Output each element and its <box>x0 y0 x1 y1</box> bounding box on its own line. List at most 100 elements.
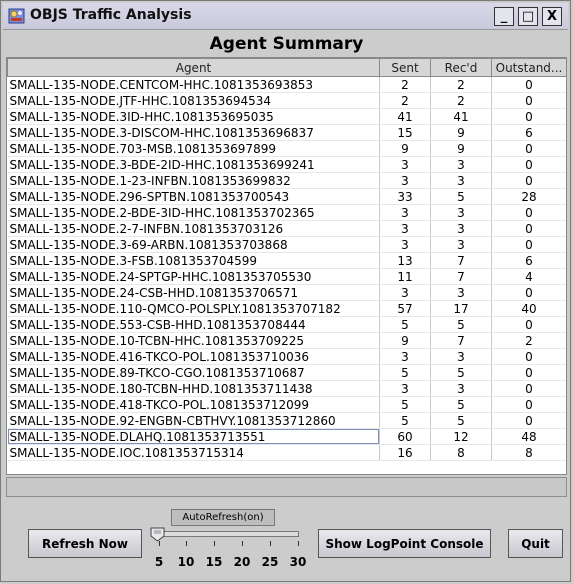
table-row[interactable]: SMALL-135-NODE.296-SPTBN.1081353700543 33… <box>7 188 566 205</box>
slider-tick-label: 10 <box>177 555 195 569</box>
cell-recd: 3 <box>430 348 492 365</box>
cell-recd: 3 <box>430 236 492 253</box>
cell-sent: 41 <box>379 108 431 125</box>
table-row[interactable]: SMALL-135-NODE.180-TCBN-HHD.108135371143… <box>7 380 566 397</box>
table-row[interactable]: SMALL-135-NODE.418-TKCO-POL.108135371209… <box>7 396 566 413</box>
slider-thumb-icon[interactable] <box>150 527 165 542</box>
table-row[interactable]: SMALL-135-NODE.JTF-HHC.1081353694534 2 2 0 <box>7 92 566 109</box>
cell-sent: 3 <box>379 156 431 173</box>
cell-agent: SMALL-135-NODE.3-DISCOM-HHC.108135369683… <box>7 124 380 141</box>
quit-button[interactable]: Quit <box>508 529 563 558</box>
table-row[interactable]: SMALL-135-NODE.416-TKCO-POL.108135371003… <box>7 348 566 365</box>
cell-agent: SMALL-135-NODE.703-MSB.1081353697899 <box>7 140 380 157</box>
refresh-interval-slider[interactable] <box>159 531 299 537</box>
cell-recd: 7 <box>430 252 492 269</box>
cell-agent: SMALL-135-NODE.2-BDE-3ID-HHC.10813537023… <box>7 204 380 221</box>
table-row[interactable]: SMALL-135-NODE.IOC.1081353715314 16 8 8 <box>7 444 566 461</box>
table-row[interactable]: SMALL-135-NODE.3-DISCOM-HHC.108135369683… <box>7 124 566 141</box>
slider-tick-label: 25 <box>261 555 279 569</box>
cell-outstanding: 0 <box>491 220 566 237</box>
maximize-button[interactable]: □ <box>518 7 538 26</box>
cell-agent: SMALL-135-NODE.10-TCBN-HHC.1081353709225 <box>7 332 380 349</box>
column-header-agent[interactable]: Agent <box>7 58 380 77</box>
cell-outstanding: 0 <box>491 172 566 189</box>
slider-tick-label: 30 <box>289 555 307 569</box>
cell-outstanding: 0 <box>491 156 566 173</box>
table-row[interactable]: SMALL-135-NODE.110-QMCO-POLSPLY.10813537… <box>7 300 566 317</box>
table-row[interactable]: SMALL-135-NODE.2-BDE-3ID-HHC.10813537023… <box>7 204 566 221</box>
table-row[interactable]: SMALL-135-NODE.3-69-ARBN.1081353703868 3 3… <box>7 236 566 253</box>
slider-tick-label: 5 <box>154 555 164 569</box>
cell-outstanding: 4 <box>491 268 566 285</box>
cell-outstanding: 6 <box>491 124 566 141</box>
cell-sent: 16 <box>379 444 431 461</box>
cell-agent: SMALL-135-NODE.1-23-INFBN.1081353699832 <box>7 172 380 189</box>
cell-sent: 15 <box>379 124 431 141</box>
slider-tick <box>270 541 271 546</box>
cell-recd: 3 <box>430 220 492 237</box>
cell-agent: SMALL-135-NODE.110-QMCO-POLSPLY.10813537… <box>7 300 380 317</box>
cell-outstanding: 40 <box>491 300 566 317</box>
cell-sent: 3 <box>379 172 431 189</box>
minimize-button[interactable]: _ <box>494 7 514 26</box>
maximize-icon: □ <box>521 9 535 24</box>
cell-sent: 3 <box>379 204 431 221</box>
table-row[interactable]: SMALL-135-NODE.89-TKCO-CGO.1081353710687… <box>7 364 566 381</box>
cell-outstanding: 0 <box>491 236 566 253</box>
minimize-icon: _ <box>500 9 508 24</box>
cell-agent: SMALL-135-NODE.2-7-INFBN.1081353703126 <box>7 220 380 237</box>
cell-agent: SMALL-135-NODE.IOC.1081353715314 <box>7 444 380 461</box>
cell-outstanding: 8 <box>491 444 566 461</box>
table-row[interactable]: SMALL-135-NODE.24-SPTGP-HHC.108135370553… <box>7 268 566 285</box>
table-row[interactable]: SMALL-135-NODE.10-TCBN-HHC.1081353709225… <box>7 332 566 349</box>
column-header-outstanding[interactable]: Outstand... <box>491 58 566 77</box>
cell-outstanding: 6 <box>491 252 566 269</box>
cell-outstanding: 0 <box>491 396 566 413</box>
column-header-sent[interactable]: Sent <box>379 58 431 77</box>
close-icon: X <box>546 9 558 24</box>
cell-recd: 5 <box>430 188 492 205</box>
table-row[interactable]: SMALL-135-NODE.CENTCOM-HHC.1081353693853… <box>7 76 566 93</box>
cell-agent: SMALL-135-NODE.418-TKCO-POL.108135371209… <box>7 396 380 413</box>
cell-recd: 3 <box>430 172 492 189</box>
cell-recd: 7 <box>430 268 492 285</box>
cell-recd: 3 <box>430 284 492 301</box>
cell-outstanding: 0 <box>491 412 566 429</box>
table-row[interactable]: SMALL-135-NODE.2-7-INFBN.1081353703126 3 3… <box>7 220 566 237</box>
cell-agent: SMALL-135-NODE.416-TKCO-POL.108135371003… <box>7 348 380 365</box>
refresh-now-button[interactable]: Refresh Now <box>28 529 142 558</box>
close-button[interactable]: X <box>542 7 562 26</box>
cell-recd: 5 <box>430 396 492 413</box>
table-row[interactable]: SMALL-135-NODE.553-CSB-HHD.1081353708444… <box>7 316 566 333</box>
cell-recd: 5 <box>430 316 492 333</box>
table-row[interactable]: SMALL-135-NODE.DLAHQ.1081353713551 60 12 48 <box>7 428 566 445</box>
cell-agent: SMALL-135-NODE.296-SPTBN.1081353700543 <box>7 188 380 205</box>
table-row[interactable]: SMALL-135-NODE.24-CSB-HHD.1081353706571 3… <box>7 284 566 301</box>
window-title: OBJS Traffic Analysis <box>30 7 192 23</box>
autorefresh-toggle-button[interactable]: AutoRefresh(on) <box>171 509 275 526</box>
cell-sent: 3 <box>379 284 431 301</box>
table-row[interactable]: SMALL-135-NODE.92-ENGBN-CBTHVY.108135371… <box>7 412 566 429</box>
cell-outstanding: 28 <box>491 188 566 205</box>
cell-agent: SMALL-135-NODE.3-BDE-2ID-HHC.10813536992… <box>7 156 380 173</box>
cell-sent: 2 <box>379 92 431 109</box>
column-header-recd[interactable]: Rec'd <box>430 58 492 77</box>
table-row[interactable]: SMALL-135-NODE.703-MSB.1081353697899 9 9 0 <box>7 140 566 157</box>
cell-sent: 9 <box>379 332 431 349</box>
cell-sent: 3 <box>379 380 431 397</box>
cell-recd: 5 <box>430 364 492 381</box>
cell-agent: SMALL-135-NODE.553-CSB-HHD.1081353708444 <box>7 316 380 333</box>
title-bar[interactable]: OBJS Traffic Analysis _ □ X <box>3 3 568 30</box>
cell-agent: SMALL-135-NODE.JTF-HHC.1081353694534 <box>7 92 380 109</box>
table-row[interactable]: SMALL-135-NODE.3ID-HHC.1081353695035 41 41… <box>7 108 566 125</box>
show-logpoint-console-button[interactable]: Show LogPoint Console <box>318 529 491 558</box>
table-row[interactable]: SMALL-135-NODE.1-23-INFBN.1081353699832 3… <box>7 172 566 189</box>
cell-sent: 13 <box>379 252 431 269</box>
table-row[interactable]: SMALL-135-NODE.3-FSB.1081353704599 13 7 6 <box>7 252 566 269</box>
table-row[interactable]: SMALL-135-NODE.3-BDE-2ID-HHC.10813536992… <box>7 156 566 173</box>
cell-recd: 17 <box>430 300 492 317</box>
cell-recd: 9 <box>430 124 492 141</box>
cell-recd: 3 <box>430 156 492 173</box>
agent-table-container[interactable]: Agent Sent Rec'd Outstand... SMALL-135-N… <box>6 57 567 475</box>
cell-agent: SMALL-135-NODE.CENTCOM-HHC.1081353693853 <box>7 76 380 93</box>
